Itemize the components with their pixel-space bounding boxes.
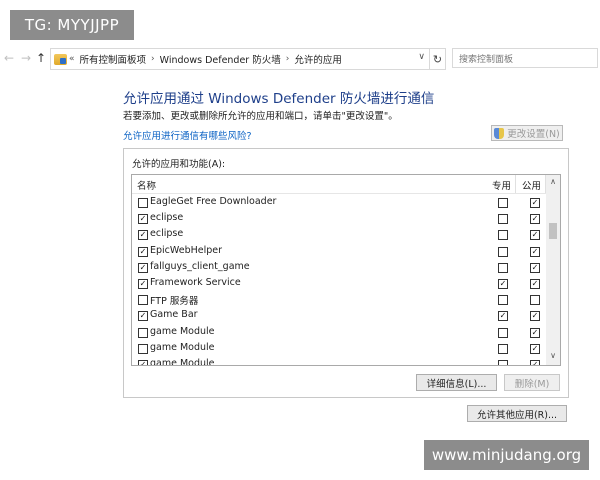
app-name: EpicWebHelper	[150, 244, 223, 256]
private-network-checkbox[interactable]	[498, 360, 508, 365]
control-panel-folder-icon	[54, 53, 67, 65]
column-header-public[interactable]: 公用	[522, 178, 541, 192]
app-enabled-checkbox[interactable]: ✓	[138, 279, 148, 289]
app-enabled-checkbox[interactable]: ✓	[138, 230, 148, 241]
breadcrumb-separator[interactable]: ›	[151, 54, 155, 64]
private-network-checkbox[interactable]	[498, 262, 508, 273]
allowed-apps-label: 允许的应用和功能(A):	[132, 159, 226, 170]
search-input[interactable]: 搜索控制面板	[452, 48, 598, 68]
column-header-name[interactable]: 名称	[137, 178, 156, 192]
details-button[interactable]: 详细信息(L)...	[416, 374, 497, 391]
app-enabled-checkbox[interactable]: ✓	[138, 214, 148, 225]
private-network-checkbox[interactable]: ✓	[498, 311, 508, 322]
list-item[interactable]: ✓ Framework Service ✓ ✓	[132, 276, 546, 292]
allowed-apps-list[interactable]: 名称 专用 公用 EagleGet Free Downloader ✓ ✓ eclip…	[131, 174, 561, 366]
back-arrow-icon[interactable]: ←	[3, 51, 15, 65]
address-dropdown-icon[interactable]: ∨	[418, 52, 425, 62]
public-network-checkbox[interactable]: ✓	[530, 214, 540, 225]
breadcrumb-separator[interactable]: ›	[286, 54, 290, 64]
private-network-checkbox[interactable]	[498, 214, 508, 225]
private-network-checkbox[interactable]	[498, 295, 508, 306]
list-scrollbar[interactable]: ∧ ∨	[546, 175, 560, 365]
public-network-checkbox[interactable]: ✓	[530, 343, 540, 354]
public-network-checkbox[interactable]: ✓	[530, 246, 540, 257]
app-name: EagleGet Free Downloader	[150, 196, 277, 207]
private-network-checkbox[interactable]	[498, 327, 508, 338]
app-name: Game Bar	[150, 309, 198, 321]
public-network-checkbox[interactable]: ✓	[530, 262, 540, 273]
list-item[interactable]: game Module ✓	[132, 341, 546, 357]
list-item[interactable]: EagleGet Free Downloader ✓	[132, 195, 546, 211]
scroll-thumb[interactable]	[549, 223, 557, 239]
list-item[interactable]: ✓ Game Bar ✓ ✓	[132, 308, 546, 324]
page-title: 允许应用通过 Windows Defender 防火墙进行通信	[123, 91, 435, 107]
list-item[interactable]: ✓ EpicWebHelper ✓	[132, 244, 546, 260]
change-settings-button[interactable]: 更改设置(N)	[491, 125, 563, 141]
public-network-checkbox[interactable]: ✓	[530, 360, 540, 365]
private-network-checkbox[interactable]	[498, 246, 508, 257]
address-bar-row: ← → ↑ « 所有控制面板项 › Windows Defender 防火墙 ›…	[0, 48, 600, 70]
app-enabled-checkbox[interactable]: ✓	[138, 246, 148, 257]
app-name: game Module	[150, 341, 215, 353]
public-network-checkbox[interactable]: ✓	[530, 279, 540, 289]
breadcrumb-overflow[interactable]: «	[69, 54, 75, 64]
risk-info-link[interactable]: 允许应用进行通信有哪些风险?	[123, 128, 252, 142]
breadcrumb-item-all-control-panel[interactable]: 所有控制面板项	[80, 52, 147, 66]
remove-button[interactable]: 删除(M)	[504, 374, 560, 391]
scroll-down-icon[interactable]: ∨	[546, 351, 560, 363]
up-arrow-icon[interactable]: ↑	[35, 51, 47, 65]
change-settings-label: 更改设置(N)	[507, 129, 560, 140]
app-name: eclipse	[150, 212, 184, 224]
watermark-top-left: TG: MYYJJPP	[10, 10, 134, 40]
allow-other-app-button[interactable]: 允许其他应用(R)...	[467, 405, 567, 422]
app-name: game Module	[150, 325, 215, 337]
public-network-checkbox[interactable]: ✓	[530, 198, 540, 208]
uac-shield-icon	[494, 127, 505, 139]
list-item[interactable]: ✓ eclipse ✓	[132, 211, 546, 227]
app-name: fallguys_client_game	[150, 260, 250, 272]
public-network-checkbox[interactable]	[530, 295, 540, 306]
app-enabled-checkbox[interactable]	[138, 343, 148, 354]
app-name: game Module	[150, 358, 215, 366]
app-name: FTP 服务器	[150, 296, 199, 308]
private-network-checkbox[interactable]	[498, 343, 508, 354]
watermark-bottom-right: www.minjudang.org	[424, 440, 589, 470]
breadcrumb[interactable]: « 所有控制面板项 › Windows Defender 防火墙 › 允许的应用…	[50, 48, 430, 70]
app-enabled-checkbox[interactable]: ✓	[138, 311, 148, 322]
list-item[interactable]: ✓ game Module ✓	[132, 357, 546, 366]
list-item[interactable]: FTP 服务器	[132, 292, 546, 308]
public-network-checkbox[interactable]: ✓	[530, 311, 540, 322]
public-network-checkbox[interactable]: ✓	[530, 327, 540, 338]
private-network-checkbox[interactable]: ✓	[498, 279, 508, 289]
list-item[interactable]: game Module ✓	[132, 325, 546, 341]
private-network-checkbox[interactable]	[498, 198, 508, 208]
instructions-text: 若要添加、更改或删除所允许的应用和端口，请单击"更改设置"。	[123, 111, 398, 122]
app-enabled-checkbox[interactable]	[138, 295, 148, 306]
breadcrumb-item-allowed-apps[interactable]: 允许的应用	[294, 52, 342, 66]
app-enabled-checkbox[interactable]: ✓	[138, 262, 148, 273]
list-header: 名称 专用 公用	[132, 175, 546, 194]
public-network-checkbox[interactable]: ✓	[530, 230, 540, 241]
column-divider	[515, 175, 516, 193]
breadcrumb-item-firewall[interactable]: Windows Defender 防火墙	[160, 52, 281, 66]
private-network-checkbox[interactable]	[498, 230, 508, 241]
app-enabled-checkbox[interactable]: ✓	[138, 360, 148, 365]
app-enabled-checkbox[interactable]	[138, 327, 148, 338]
list-item[interactable]: ✓ fallguys_client_game ✓	[132, 260, 546, 276]
scroll-up-icon[interactable]: ∧	[546, 177, 560, 189]
allowed-apps-panel: 允许的应用和功能(A): 名称 专用 公用 EagleGet Free Down…	[123, 148, 569, 398]
app-name: Framework Service	[150, 277, 241, 288]
forward-arrow-icon[interactable]: →	[20, 51, 32, 65]
app-enabled-checkbox[interactable]	[138, 198, 148, 208]
app-name: eclipse	[150, 228, 184, 240]
list-item[interactable]: ✓ eclipse ✓	[132, 227, 546, 243]
column-header-private[interactable]: 专用	[492, 178, 511, 192]
refresh-icon[interactable]: ↻	[429, 48, 446, 70]
